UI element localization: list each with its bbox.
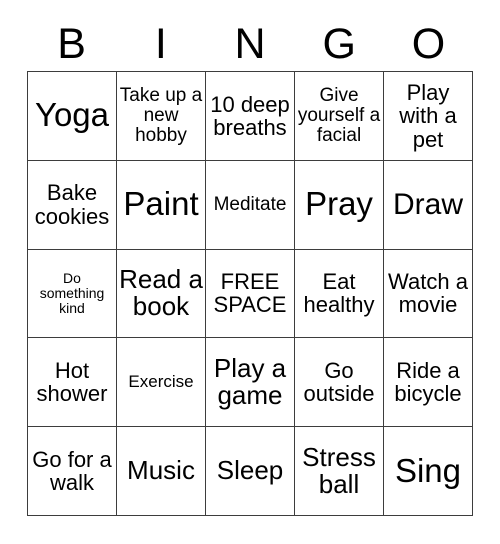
bingo-cell-label: Give yourself a facial <box>297 84 381 146</box>
bingo-cell-label: Eat healthy <box>303 269 375 318</box>
bingo-cell-label: Meditate <box>213 193 287 215</box>
bingo-cell[interactable]: Play a game <box>206 338 295 428</box>
bingo-cell[interactable]: Exercise <box>117 338 206 428</box>
bingo-cell[interactable]: Ride a bicycle <box>384 338 473 428</box>
bingo-cell-label: Go for a walk <box>32 446 112 496</box>
bingo-cell-label: Bake cookies <box>34 180 110 229</box>
bingo-cell[interactable]: Stress ball <box>295 427 384 516</box>
bingo-cell-label: Draw <box>392 187 463 221</box>
bingo-cell[interactable]: Hot shower <box>28 338 117 428</box>
bingo-header-letter-o: O <box>411 20 446 68</box>
bingo-header-letter-g: G <box>322 20 356 68</box>
bingo-cell-label: Hot shower <box>36 357 108 407</box>
bingo-cell-label: FREE SPACE <box>213 269 287 318</box>
bingo-cell[interactable]: Sleep <box>206 427 295 516</box>
bingo-cell[interactable]: Eat healthy <box>295 249 384 339</box>
bingo-header-letter-b: B <box>57 20 86 68</box>
bingo-cell-label: Read a book <box>119 263 203 322</box>
bingo-grid: Yoga Take up a new hobby 10 deep breaths… <box>27 71 473 516</box>
bingo-cell-label: Watch a movie <box>388 269 468 318</box>
bingo-cell-label: Ride a bicycle <box>394 357 462 407</box>
bingo-cell[interactable]: Draw <box>384 160 473 250</box>
bingo-cell[interactable]: Go for a walk <box>28 427 117 516</box>
bingo-cell-label: Go outside <box>303 357 375 407</box>
bingo-cell-label: Stress ball <box>302 441 376 500</box>
bingo-cell[interactable]: Go outside <box>295 338 384 428</box>
bingo-header: B I N G O <box>27 18 473 71</box>
bingo-card: B I N G O Yoga Take up a new hobby 10 de… <box>0 0 500 544</box>
bingo-header-letter-n: N <box>234 20 266 68</box>
bingo-cell[interactable]: Paint <box>117 160 206 250</box>
bingo-cell-label: Sleep <box>216 455 284 486</box>
bingo-cell[interactable]: Do something kind <box>28 249 117 339</box>
bingo-cell-label: Exercise <box>128 372 194 392</box>
bingo-cell-label: Play with a pet <box>399 79 457 152</box>
bingo-cell[interactable]: Sing <box>384 427 473 516</box>
bingo-cell[interactable]: Watch a movie <box>384 249 473 339</box>
bingo-cell[interactable]: Play with a pet <box>384 72 473 161</box>
bingo-cell-label: Do something kind <box>39 270 105 316</box>
bingo-cell-label: Take up a new hobby <box>119 84 203 146</box>
bingo-cell[interactable]: Bake cookies <box>28 160 117 250</box>
bingo-cell[interactable]: Meditate <box>206 160 295 250</box>
bingo-cell-label: Music <box>127 455 195 486</box>
bingo-cell-label: Yoga <box>34 96 110 134</box>
bingo-cell-label: Pray <box>305 185 373 223</box>
bingo-header-letter-i: I <box>154 20 167 68</box>
bingo-cell[interactable]: Pray <box>295 160 384 250</box>
bingo-cell-label: Play a game <box>213 352 287 411</box>
bingo-cell[interactable]: Read a book <box>117 249 206 339</box>
bingo-cell[interactable]: Take up a new hobby <box>117 72 206 161</box>
bingo-cell[interactable]: Yoga <box>28 72 117 161</box>
bingo-cell-label: Sing <box>394 451 462 489</box>
bingo-cell[interactable]: 10 deep breaths <box>206 72 295 161</box>
bingo-cell-label: Paint <box>123 185 199 223</box>
bingo-cell[interactable]: Give yourself a facial <box>295 72 384 161</box>
bingo-cell-label: 10 deep breaths <box>210 91 290 140</box>
bingo-cell[interactable]: Music <box>117 427 206 516</box>
bingo-cell-free-space[interactable]: FREE SPACE <box>206 249 295 339</box>
